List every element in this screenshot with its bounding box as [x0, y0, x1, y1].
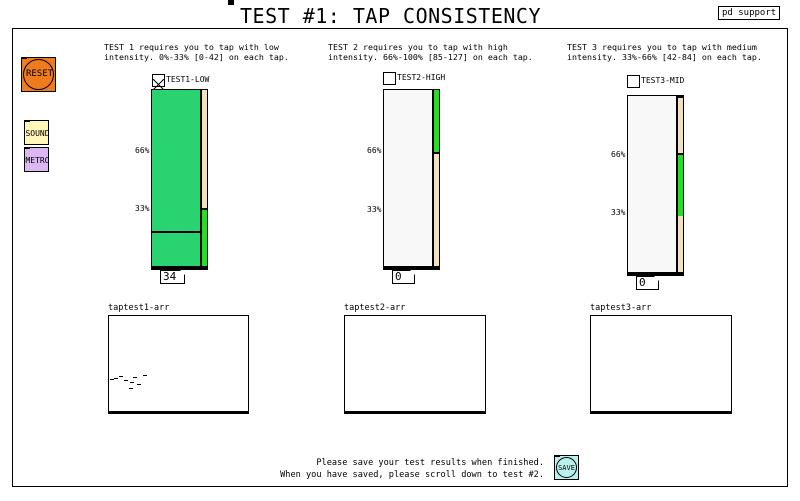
sound-button[interactable]: SOUND: [24, 120, 50, 145]
test3-array-label: taptest3-arr: [590, 303, 652, 313]
test3-desc-line1: TEST 3 requires you to tap with medium: [567, 42, 757, 52]
reset-button[interactable]: RESET: [21, 57, 56, 92]
test2-baseline: [383, 267, 440, 270]
test1-range-strip: [201, 89, 208, 267]
test3-range-strip: [677, 95, 684, 273]
test3-baseline: [627, 273, 684, 276]
test2-pct-33: 33%: [367, 205, 382, 214]
test2-toggle-label: TEST2-HIGH: [397, 73, 446, 82]
title-handle: [228, 0, 234, 5]
test1-pct-66: 66%: [135, 146, 150, 155]
plot-point: [119, 376, 123, 377]
test2-strip-mark: [434, 152, 439, 154]
plot-point: [143, 375, 147, 376]
test3-pct-66: 66%: [611, 150, 626, 159]
plot-point: [114, 378, 118, 379]
test1-array-label: taptest1-arr: [108, 303, 170, 313]
test2-pct-66: 66%: [367, 146, 382, 155]
pd-support-button[interactable]: pd support: [718, 6, 781, 20]
save-button[interactable]: SAVE: [554, 455, 579, 480]
test1-array-plot[interactable]: [108, 315, 249, 414]
metro-button[interactable]: METRO: [24, 147, 50, 172]
corner-mark: [25, 121, 30, 122]
test2-desc-line2: intensity. 66%-100% [85-127] on each tap…: [328, 52, 533, 62]
corner-mark: [555, 456, 560, 457]
test2-array-plot[interactable]: [344, 315, 486, 414]
test3-strip-mark: [678, 153, 683, 155]
test3-target-zone: [678, 154, 683, 216]
corner-mark: [25, 148, 30, 149]
test3-array-plot[interactable]: [590, 315, 732, 414]
plot-point: [133, 377, 137, 378]
footer-line2: When you have saved, please scroll down …: [280, 470, 544, 480]
corner-mark: [22, 58, 27, 59]
test3-strip-mark-top: [678, 96, 683, 98]
test1-target-zone: [202, 209, 207, 266]
plot-point: [124, 380, 128, 381]
test1-baseline: [151, 267, 208, 270]
plot-point: [130, 382, 134, 383]
test2-desc-line1: TEST 2 requires you to tap with high: [328, 42, 508, 52]
test2-array-label: taptest2-arr: [344, 303, 406, 313]
test2-description: TEST 2 requires you to tap with high int…: [328, 42, 533, 62]
test1-description: TEST 1 requires you to tap with low inte…: [104, 42, 289, 62]
test1-toggle-label: TEST1-LOW: [166, 75, 210, 84]
test3-value-box[interactable]: 0: [636, 276, 659, 290]
test1-pct-33: 33%: [135, 204, 150, 213]
test2-level-meter[interactable]: [383, 89, 433, 267]
test3-level-meter[interactable]: [627, 95, 677, 273]
test3-pct-33: 33%: [611, 208, 626, 217]
sound-label: SOUND: [25, 129, 50, 138]
test2-target-zone: [434, 90, 439, 152]
metro-label: METRO: [25, 156, 50, 165]
test2-high-toggle[interactable]: [383, 72, 396, 85]
test2-value-box[interactable]: 0: [392, 270, 415, 284]
plot-point: [137, 384, 141, 385]
test1-meter-fill: [152, 90, 200, 266]
reset-label: RESET: [25, 69, 54, 79]
test1-level-meter[interactable]: [151, 89, 201, 267]
test1-strip-mark: [202, 208, 207, 210]
test1-value-box[interactable]: 34: [160, 270, 185, 284]
plot-point: [129, 388, 133, 389]
test3-desc-line2: intensity. 33%-66% [42-84] on each tap.: [567, 52, 762, 62]
test1-desc-line1: TEST 1 requires you to tap with low: [104, 42, 279, 52]
test3-toggle-label: TEST3-MID: [641, 76, 685, 85]
plot-point: [110, 379, 114, 380]
test1-desc-line2: intensity. 0%-33% [0-42] on each tap.: [104, 52, 289, 62]
test3-description: TEST 3 requires you to tap with medium i…: [567, 42, 762, 62]
footer-line1: Please save your test results when finis…: [316, 458, 544, 468]
test2-range-strip: [433, 89, 440, 267]
test1-meter-marker: [152, 231, 200, 233]
footer-message: Please save your test results when finis…: [280, 457, 544, 481]
save-label: SAVE: [558, 464, 575, 472]
page-title: TEST #1: TAP CONSISTENCY: [240, 4, 541, 28]
test3-mid-toggle[interactable]: [627, 75, 640, 88]
test1-low-toggle[interactable]: [152, 74, 165, 91]
